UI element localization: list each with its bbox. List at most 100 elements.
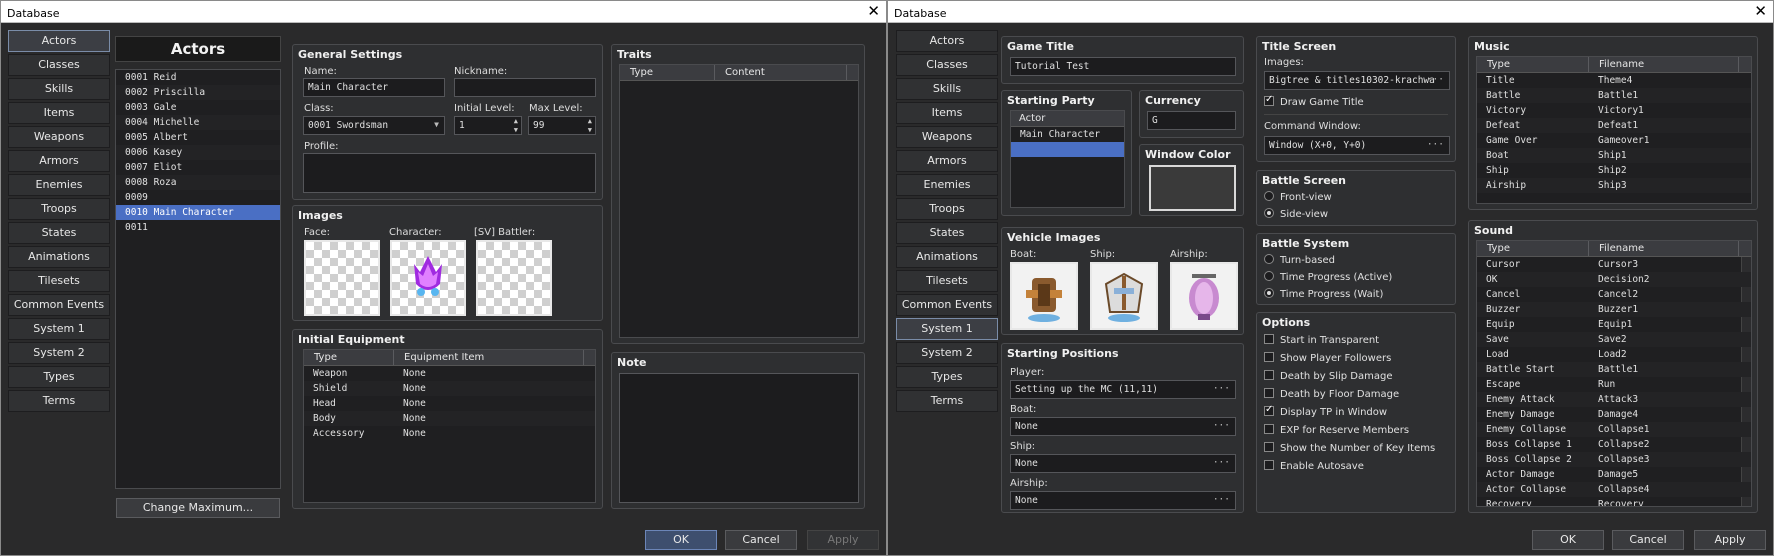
currency-field[interactable]: G	[1147, 111, 1236, 130]
autosave-checkbox[interactable]: Enable Autosave	[1264, 460, 1364, 472]
face-image-slot[interactable]	[304, 240, 380, 316]
list-item[interactable]: 0001 Reid	[116, 70, 280, 85]
party-list[interactable]: Actor Main Character	[1010, 110, 1125, 208]
table-row[interactable]: Ship Ship2	[1477, 163, 1751, 178]
boat-position-field[interactable]: None	[1010, 417, 1236, 436]
table-row[interactable]: Actor Damage Damage5	[1477, 467, 1751, 482]
max-level-spinner[interactable]: 99 ▲ ▼	[528, 116, 596, 135]
cancel-button[interactable]: Cancel	[1612, 530, 1684, 550]
traits-table[interactable]: Type Content	[619, 64, 859, 338]
battler-image-slot[interactable]	[476, 240, 552, 316]
apply-button[interactable]: Apply	[1694, 530, 1766, 550]
draw-game-title-checkbox[interactable]: Draw Game Title	[1264, 94, 1364, 108]
list-item[interactable]: 0009	[116, 190, 280, 205]
time-progress-wait-radio[interactable]: Time Progress (Wait)	[1264, 288, 1383, 300]
ok-button[interactable]: OK	[645, 530, 717, 550]
tab-common-events[interactable]: Common Events	[896, 294, 998, 316]
slip-damage-checkbox[interactable]: Death by Slip Damage	[1264, 370, 1393, 382]
table-row[interactable]: Accessory None	[304, 426, 595, 441]
list-item[interactable]: 0005 Albert	[116, 130, 280, 145]
command-window-field[interactable]: Window (X+0, Y+0)	[1264, 136, 1450, 155]
tab-terms[interactable]: Terms	[8, 390, 110, 412]
nickname-field[interactable]	[454, 78, 596, 97]
table-row[interactable]: Equip Equip1	[1477, 317, 1751, 332]
tab-weapons[interactable]: Weapons	[8, 126, 110, 148]
table-row[interactable]: Body None	[304, 411, 595, 426]
table-row[interactable]: Game Over Gameover1	[1477, 133, 1751, 148]
table-row[interactable]: Save Save2	[1477, 332, 1751, 347]
table-row[interactable]: Boss Collapse 1 Collapse2	[1477, 437, 1751, 452]
table-row[interactable]: Enemy Collapse Collapse1	[1477, 422, 1751, 437]
tab-skills[interactable]: Skills	[896, 78, 998, 100]
side-view-radio[interactable]: Side-view	[1264, 208, 1328, 220]
table-row[interactable]: Weapon None	[304, 366, 595, 381]
tab-animations[interactable]: Animations	[896, 246, 998, 268]
table-row[interactable]: Actor Collapse Collapse4	[1477, 482, 1751, 497]
tab-classes[interactable]: Classes	[896, 54, 998, 76]
list-item[interactable]: 0003 Gale	[116, 100, 280, 115]
airship-position-field[interactable]: None	[1010, 491, 1236, 510]
sound-table[interactable]: Type Filename Cursor Cursor3 OK Decision2 …	[1476, 240, 1752, 507]
window-color-swatch[interactable]	[1149, 165, 1236, 211]
close-icon[interactable]: ✕	[1754, 3, 1767, 19]
spinner-arrows-icon[interactable]: ▲ ▼	[514, 117, 518, 134]
cancel-button[interactable]: Cancel	[725, 530, 797, 550]
table-row[interactable]: Escape Run	[1477, 377, 1751, 392]
boat-image-slot[interactable]	[1010, 262, 1078, 330]
tab-states[interactable]: States	[8, 222, 110, 244]
tab-armors[interactable]: Armors	[896, 150, 998, 172]
tab-system-2[interactable]: System 2	[8, 342, 110, 364]
list-item-selected[interactable]: 0010 Main Character	[116, 205, 280, 220]
table-row[interactable]: Enemy Damage Damage4	[1477, 407, 1751, 422]
exp-reserve-checkbox[interactable]: EXP for Reserve Members	[1264, 424, 1409, 436]
note-field[interactable]	[619, 373, 859, 503]
tab-troops[interactable]: Troops	[896, 198, 998, 220]
game-title-field[interactable]: Tutorial Test	[1010, 57, 1236, 76]
floor-damage-checkbox[interactable]: Death by Floor Damage	[1264, 388, 1399, 400]
equipment-table[interactable]: Type Equipment Item Weapon None Shield Non…	[303, 349, 596, 503]
tab-classes[interactable]: Classes	[8, 54, 110, 76]
actors-list[interactable]: 0001 Reid 0002 Priscilla 0003 Gale 0004 …	[115, 69, 281, 489]
apply-button[interactable]: Apply	[807, 530, 879, 550]
tab-types[interactable]: Types	[8, 366, 110, 388]
table-row[interactable]: Buzzer Buzzer1	[1477, 302, 1751, 317]
class-select[interactable]: 0001 Swordsman ▼	[303, 116, 445, 135]
table-row[interactable]: Battle Start Battle1	[1477, 362, 1751, 377]
ship-image-slot[interactable]	[1090, 262, 1158, 330]
initial-level-spinner[interactable]: 1 ▲ ▼	[454, 116, 522, 135]
table-row[interactable]: Shield None	[304, 381, 595, 396]
display-tp-checkbox[interactable]: Display TP in Window	[1264, 404, 1387, 418]
spinner-arrows-icon[interactable]: ▲ ▼	[588, 117, 592, 134]
table-row[interactable]: Load Load2	[1477, 347, 1751, 362]
table-row[interactable]: Battle Battle1	[1477, 88, 1751, 103]
airship-image-slot[interactable]	[1170, 262, 1238, 330]
tab-terms[interactable]: Terms	[896, 390, 998, 412]
tab-tilesets[interactable]: Tilesets	[896, 270, 998, 292]
list-item[interactable]: Main Character	[1011, 127, 1124, 142]
title-images-field[interactable]: Bigtree & titles10302-krachwa	[1264, 71, 1450, 90]
table-row[interactable]: OK Decision2	[1477, 272, 1751, 287]
table-row[interactable]: Enemy Attack Attack3	[1477, 392, 1751, 407]
tab-enemies[interactable]: Enemies	[896, 174, 998, 196]
table-row[interactable]: Boat Ship1	[1477, 148, 1751, 163]
tab-tilesets[interactable]: Tilesets	[8, 270, 110, 292]
key-items-count-checkbox[interactable]: Show the Number of Key Items	[1264, 442, 1435, 454]
list-item[interactable]: 0011	[116, 220, 280, 235]
table-row[interactable]: Title Theme4	[1477, 73, 1751, 88]
tab-armors[interactable]: Armors	[8, 150, 110, 172]
profile-field[interactable]	[303, 153, 596, 193]
table-row[interactable]: Cursor Cursor3	[1477, 257, 1751, 272]
tab-items[interactable]: Items	[896, 102, 998, 124]
show-followers-checkbox[interactable]: Show Player Followers	[1264, 352, 1391, 364]
start-transparent-checkbox[interactable]: Start in Transparent	[1264, 334, 1379, 346]
tab-enemies[interactable]: Enemies	[8, 174, 110, 196]
ship-position-field[interactable]: None	[1010, 454, 1236, 473]
tab-types[interactable]: Types	[896, 366, 998, 388]
list-item[interactable]: 0006 Kasey	[116, 145, 280, 160]
tab-animations[interactable]: Animations	[8, 246, 110, 268]
music-table[interactable]: Type Filename Title Theme4 Battle Battle1 …	[1476, 56, 1752, 204]
change-maximum-button[interactable]: Change Maximum...	[116, 498, 280, 518]
list-item-selected[interactable]	[1011, 142, 1124, 157]
tab-common-events[interactable]: Common Events	[8, 294, 110, 316]
tab-system-1[interactable]: System 1	[8, 318, 110, 340]
